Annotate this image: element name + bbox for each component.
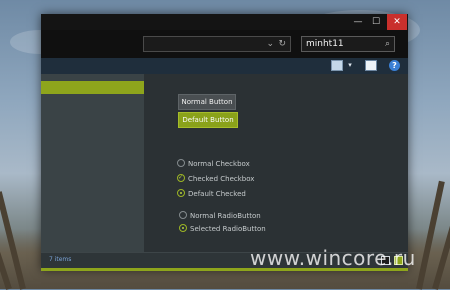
- content-area: Normal Button Default Button Normal Chec…: [144, 74, 408, 252]
- command-bar: ▾ ?: [41, 58, 408, 74]
- watermark: www.wincore.ru: [250, 246, 416, 270]
- checkbox-label: Checked Checkbox: [188, 175, 255, 183]
- checkbox-default-icon: [177, 189, 185, 197]
- preview-pane-icon[interactable]: [365, 60, 377, 71]
- title-bar: — ☐ ✕: [41, 14, 408, 30]
- search-value: minht11: [306, 39, 344, 49]
- radio-label: Normal RadioButton: [190, 212, 261, 220]
- explorer-window: — ☐ ✕ ⌄ ↻ minht11 ⌕ ▾ ? Normal Button De…: [41, 14, 408, 271]
- close-button[interactable]: ✕: [387, 14, 407, 30]
- navigation-selected-item[interactable]: [41, 81, 144, 94]
- help-icon[interactable]: ?: [389, 60, 400, 71]
- minimize-button[interactable]: —: [349, 14, 367, 30]
- chevron-down-icon[interactable]: ▾: [346, 60, 354, 71]
- checkbox-checked-icon: [177, 172, 185, 184]
- radio-label: Selected RadioButton: [190, 225, 266, 233]
- checkbox-label: Normal Checkbox: [188, 160, 250, 168]
- refresh-icon[interactable]: ↻: [278, 37, 286, 51]
- navigation-pane: [41, 74, 144, 252]
- default-button[interactable]: Default Button: [178, 112, 238, 128]
- chevron-down-icon[interactable]: ⌄: [266, 37, 274, 51]
- address-input[interactable]: ⌄ ↻: [143, 36, 291, 52]
- search-input[interactable]: minht11 ⌕: [301, 36, 395, 52]
- normal-button[interactable]: Normal Button: [178, 94, 236, 110]
- search-icon[interactable]: ⌕: [385, 37, 390, 51]
- change-view-icon[interactable]: [331, 60, 343, 71]
- checkbox-unchecked-icon: [177, 159, 185, 167]
- maximize-button[interactable]: ☐: [367, 14, 385, 30]
- checkbox-label: Default Checked: [188, 190, 246, 198]
- radio-unselected-icon: [179, 211, 187, 219]
- radio-selected-icon: [179, 224, 187, 232]
- item-count: 7 items: [49, 256, 72, 263]
